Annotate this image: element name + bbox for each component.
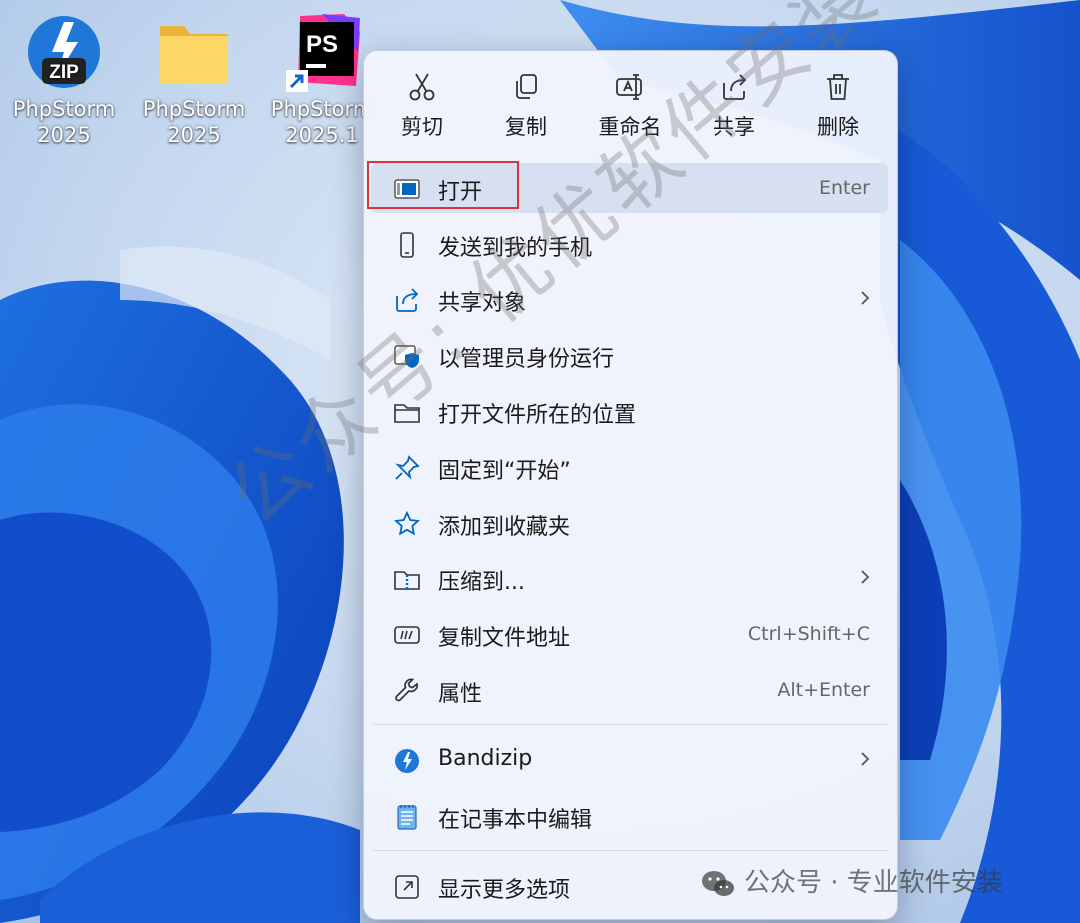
menu-item-pin-to-start[interactable]: 固定到“开始” [371,442,888,492]
highlight-annotation [367,161,519,209]
menu-item-label: 属性 [438,682,483,707]
show-more-icon [395,875,419,899]
bandizip-icon [395,749,419,773]
menu-item-edit-in-notepad[interactable]: 在记事本中编辑 [371,791,888,841]
menu-item-open-file-location[interactable]: 打开文件所在的位置 [371,386,888,436]
rename-label: 重命名 [598,115,662,139]
cut-label: 剪切 [401,115,443,139]
cut-button[interactable]: 剪切 [370,71,474,141]
folder-icon [394,404,420,423]
menu-separator [373,724,887,725]
menu-item-compress-to[interactable]: 压缩到... [371,553,888,603]
menu-item-shortcut: Ctrl+Shift+C [747,623,870,645]
menu-item-send-to-phone[interactable]: 发送到我的手机 [371,219,888,269]
menu-item-label: 打开文件所在的位置 [438,403,637,428]
star-icon [394,510,420,536]
pin-icon [395,455,420,480]
desktop-icon-label: PhpStorm 2025 [142,97,246,147]
rename-button[interactable]: 重命名 [578,71,682,141]
copy-path-icon [394,626,420,644]
menu-separator [373,850,887,851]
rename-icon [616,74,642,100]
zip-folder-icon [394,571,420,590]
share-icon [396,288,419,312]
desktop-icon-label: PhpStorm 2025.1 [270,97,374,147]
menu-item-label: 复制文件地址 [438,626,571,651]
menu-item-properties[interactable]: 属性 Alt+Enter [371,665,888,715]
copy-button[interactable]: 复制 [474,71,578,141]
menu-item-shortcut: Alt+Enter [777,679,870,701]
chevron-right-icon [861,752,870,766]
phpstorm-app-icon: PS [282,12,362,92]
menu-item-copy-as-path[interactable]: 复制文件地址 Ctrl+Shift+C [371,609,888,659]
menu-item-shortcut: Enter [819,177,870,199]
zip-badge-text: ZIP [49,62,79,83]
folder-icon [154,12,234,92]
desktop-icon-phpstorm[interactable]: PS PhpStorm 2025.1 [266,12,378,148]
desktop-icon-zip[interactable]: ZIP PhpStorm 2025 [8,12,120,148]
copy-label: 复制 [505,115,547,139]
menu-item-label: 发送到我的手机 [438,236,593,261]
zip-archive-icon: ZIP [24,12,104,92]
desktop-icon-label: PhpStorm 2025 [12,97,116,147]
menu-item-label: 在记事本中编辑 [438,808,593,833]
phone-icon [400,232,414,258]
share-button[interactable]: 共享 [682,71,786,141]
delete-label: 删除 [817,115,859,139]
delete-button[interactable]: 删除 [786,71,890,141]
notepad-icon [397,805,417,830]
menu-item-label: 固定到“开始” [438,459,571,484]
menu-item-label: 显示更多选项 [438,878,571,903]
context-menu: 剪切 复制 重命名 共享 删除 打开 Enter 发送到我的手机 共享对象 以管… [363,50,898,920]
share-icon [723,74,747,100]
share-label: 共享 [713,115,755,139]
menu-item-label: 以管理员身份运行 [438,347,615,372]
menu-item-show-more-options[interactable]: 显示更多选项 [371,861,888,911]
chevron-right-icon [861,570,870,584]
menu-item-label: 压缩到... [438,570,525,595]
desktop-icon-folder[interactable]: PhpStorm 2025 [138,12,250,148]
delete-icon [827,74,849,100]
wrench-icon [395,678,418,702]
menu-item-label: 添加到收藏夹 [438,515,571,540]
menu-item-label: 共享对象 [438,291,527,316]
menu-item-add-to-favorites[interactable]: 添加到收藏夹 [371,498,888,548]
ps-badge-text: PS [306,31,338,58]
menu-item-share-with[interactable]: 共享对象 [371,274,888,324]
menu-item-label: Bandizip [438,746,533,771]
menu-item-run-as-admin[interactable]: 以管理员身份运行 [371,330,888,380]
chevron-right-icon [861,291,870,305]
cut-icon [409,73,435,101]
copy-icon [516,74,537,99]
menu-item-bandizip[interactable]: Bandizip [371,735,888,785]
shield-icon [394,345,419,368]
